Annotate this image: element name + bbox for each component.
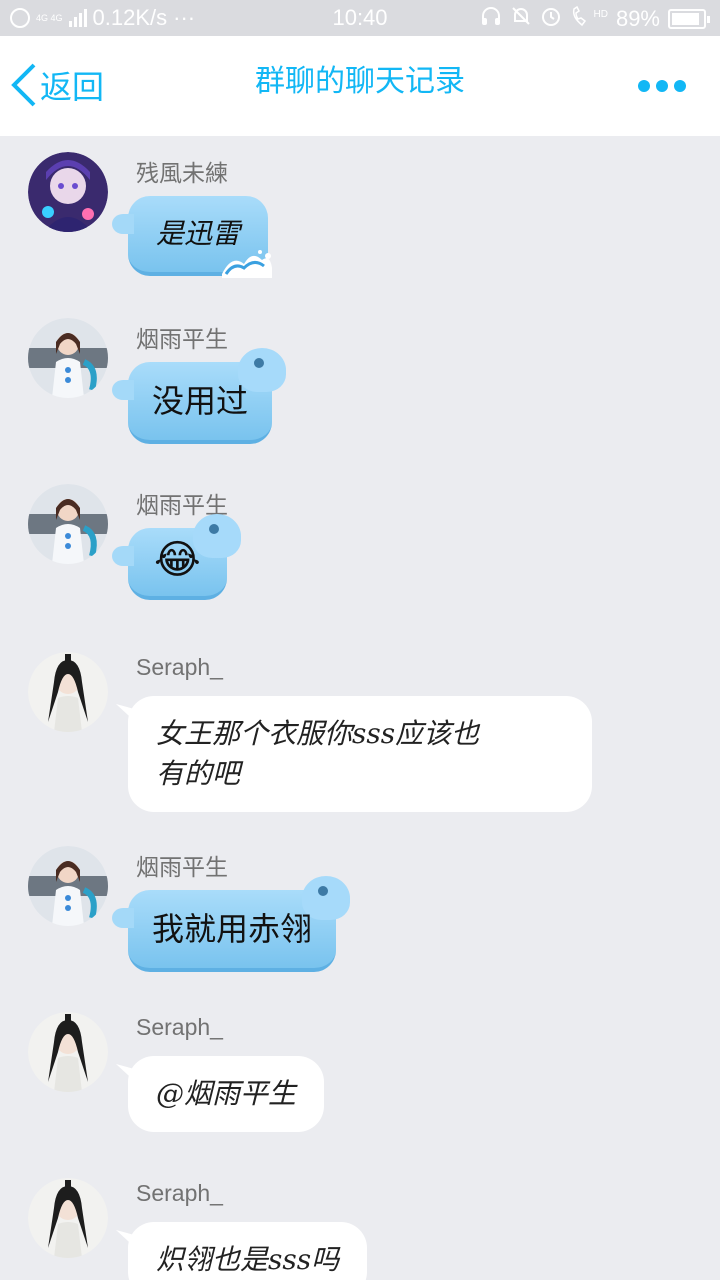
avatar[interactable] <box>28 1012 108 1092</box>
more-dot-icon <box>656 80 668 92</box>
sender-name: Seraph_ <box>136 1014 223 1040</box>
more-button[interactable] <box>638 80 686 92</box>
wave-decoration-icon <box>222 250 273 278</box>
message-text-line: 女王那个衣服你sss应该也 <box>156 717 480 750</box>
sender-name: Seraph_ <box>136 654 223 680</box>
page-title: 群聊的聊天记录 <box>255 64 465 99</box>
sender-name: Seraph_ <box>136 1180 223 1206</box>
alarm-icon <box>540 5 562 33</box>
title-bar: 返回 群聊的聊天记录 <box>0 36 720 136</box>
avatar[interactable] <box>28 318 108 398</box>
more-dot-icon <box>638 80 650 92</box>
avatar[interactable] <box>28 152 108 232</box>
message-bubble[interactable]: 炽翎也是sss吗 <box>128 1222 368 1280</box>
message-text: @烟雨平生 <box>156 1077 297 1110</box>
message-text: 我就用赤翎 <box>152 910 313 948</box>
avatar[interactable] <box>28 846 108 926</box>
avatar[interactable] <box>28 484 108 564</box>
sender-name: 烟雨平生 <box>136 326 228 352</box>
mute-bell-icon <box>510 5 532 33</box>
message-bubble[interactable]: 没用过 <box>111 348 287 444</box>
sender-name: 烟雨平生 <box>136 854 228 880</box>
message-text: 没用过 <box>152 382 249 420</box>
message-bubble[interactable]: 女王那个衣服你sss应该也 有的吧 <box>128 696 592 812</box>
laughing-emoji-icon: 😂 <box>154 537 201 583</box>
message-bubble[interactable]: 😂 <box>112 514 241 600</box>
battery-icon <box>668 9 710 29</box>
hippo-eye-icon <box>254 358 265 368</box>
message-text: 是迅雷 <box>156 217 241 250</box>
hippo-eye-icon <box>318 886 329 896</box>
hd-label: HD <box>593 8 608 20</box>
headset-icon <box>480 5 502 33</box>
sender-name: 残風未練 <box>136 160 228 186</box>
battery-percent: 89% <box>615 6 660 31</box>
message-bubble[interactable]: @烟雨平生 <box>128 1056 325 1132</box>
more-dot-icon <box>674 80 686 92</box>
status-bar: 4G 4G 0.12K/s ··· 10:40 HD 89% <box>0 0 720 36</box>
message-text: 炽翎也是sss吗 <box>156 1243 340 1276</box>
message-bubble[interactable]: 是迅雷 <box>111 196 273 278</box>
hippo-eye-icon <box>208 524 219 534</box>
message-bubble[interactable]: 我就用赤翎 <box>111 876 351 972</box>
avatar[interactable] <box>28 1178 108 1258</box>
avatar[interactable] <box>28 652 108 732</box>
message-text-line: 有的吧 <box>156 757 241 790</box>
